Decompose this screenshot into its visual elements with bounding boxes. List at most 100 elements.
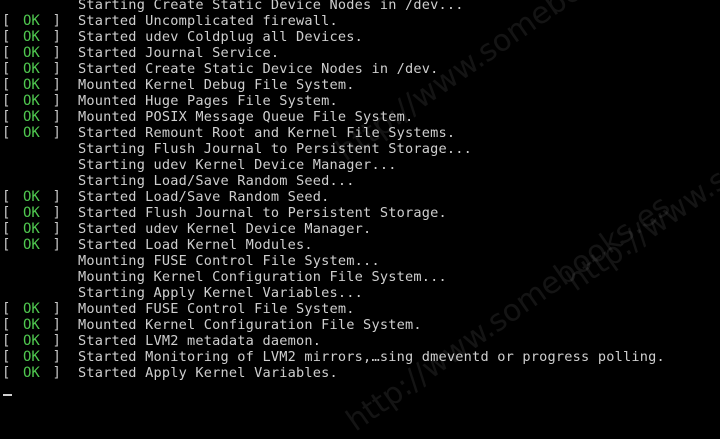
console-line: [ OK] Started Flush Journal to Persistent … <box>0 205 720 221</box>
status-column: [ OK] <box>0 205 78 221</box>
console-line: Starting udev Kernel Device Manager... <box>0 157 720 173</box>
console-line: Starting Apply Kernel Variables... <box>0 285 720 301</box>
status-bracket-open: [ <box>2 189 11 205</box>
status-bracket-open: [ <box>2 221 11 237</box>
console-line: [ OK] Started udev Coldplug all Devices. <box>0 29 720 45</box>
status-bracket-close: ] <box>52 349 61 365</box>
status-column: [OK] <box>0 221 78 237</box>
status-column: [OK] <box>0 301 78 317</box>
status-column: [OK] <box>0 189 78 205</box>
status-bracket-close: ] <box>52 125 61 141</box>
console-message: Mounting FUSE Control File System... <box>78 253 380 269</box>
status-bracket-open: [ <box>2 365 11 381</box>
console-message: Started Apply Kernel Variables. <box>78 365 338 381</box>
console-message: Started Flush Journal to Persistent Stor… <box>78 205 447 221</box>
console-line: [OK] Started Apply Kernel Variables. <box>0 365 720 381</box>
status-bracket-close: ] <box>52 29 61 45</box>
console-message: Started udev Coldplug all Devices. <box>78 29 364 45</box>
ok-status-badge: OK <box>23 13 40 29</box>
status-column: [ OK] <box>0 29 78 45</box>
console-message: Mounted POSIX Message Queue File System. <box>78 109 414 125</box>
status-column: [OK] <box>0 125 78 141</box>
ok-status-badge: OK <box>23 29 40 45</box>
console-message: Started Uncomplicated firewall. <box>78 13 338 29</box>
status-bracket-open: [ <box>2 109 11 125</box>
console-line: [OK] Started Load Kernel Modules. <box>0 237 720 253</box>
console-line: Starting Load/Save Random Seed... <box>0 173 720 189</box>
status-column: [ OK] <box>0 317 78 333</box>
console-line: [ OK] Mounted POSIX Message Queue File Sys… <box>0 109 720 125</box>
console-line: [ OK] Started Journal Service. <box>0 45 720 61</box>
ok-status-badge: OK <box>23 317 40 333</box>
status-bracket-close: ] <box>52 221 61 237</box>
status-column: [ OK] <box>0 61 78 77</box>
status-column: [ OK] <box>0 333 78 349</box>
status-bracket-close: ] <box>52 317 61 333</box>
status-bracket-close: ] <box>52 77 61 93</box>
console-message: Started Load Kernel Modules. <box>78 237 313 253</box>
status-bracket-open: [ <box>2 45 11 61</box>
status-bracket-open: [ <box>2 29 11 45</box>
status-bracket-close: ] <box>52 45 61 61</box>
console-message: Started Journal Service. <box>78 45 280 61</box>
status-bracket-open: [ <box>2 333 11 349</box>
console-message: Starting udev Kernel Device Manager... <box>78 157 397 173</box>
status-bracket-close: ] <box>52 109 61 125</box>
ok-status-badge: OK <box>23 61 40 77</box>
status-bracket-close: ] <box>52 237 61 253</box>
ok-status-badge: OK <box>23 109 40 125</box>
console-line: [OK] Started udev Kernel Device Manager. <box>0 221 720 237</box>
status-bracket-close: ] <box>52 205 61 221</box>
ok-status-badge: OK <box>23 45 40 61</box>
status-bracket-open: [ <box>2 125 11 141</box>
ok-status-badge: OK <box>23 349 40 365</box>
console-message: Mounted FUSE Control File System. <box>78 301 355 317</box>
status-bracket-open: [ <box>2 205 11 221</box>
ok-status-badge: OK <box>23 189 40 205</box>
status-bracket-close: ] <box>52 13 61 29</box>
console-line: [ OK] Started Create Static Device Nodes i… <box>0 61 720 77</box>
status-bracket-open: [ <box>2 13 11 29</box>
console-line: Starting Flush Journal to Persistent Sto… <box>0 141 720 157</box>
console-message: Started Remount Root and Kernel File Sys… <box>78 125 456 141</box>
console-message: Mounted Huge Pages File System. <box>78 93 338 109</box>
ok-status-badge: OK <box>23 205 40 221</box>
status-column: [OK] <box>0 365 78 381</box>
status-bracket-open: [ <box>2 301 11 317</box>
status-column: [ OK] <box>0 109 78 125</box>
text-cursor <box>3 394 12 396</box>
console-message: Starting Apply Kernel Variables... <box>78 285 364 301</box>
console-message: Starting Load/Save Random Seed... <box>78 173 355 189</box>
console-line: [OK] Started LVM2 metadata daemon. <box>0 333 720 349</box>
ok-status-badge: OK <box>23 93 40 109</box>
console-line: Mounting Kernel Configuration File Syste… <box>0 269 720 285</box>
console-line: [ OK] Started Uncomplicated firewall. <box>0 13 720 29</box>
boot-console: Starting Create Static Device Nodes in /… <box>0 0 720 397</box>
status-bracket-close: ] <box>52 61 61 77</box>
console-message: Started Load/Save Random Seed. <box>78 189 330 205</box>
status-column: [OK] <box>0 237 78 253</box>
status-column: [OK] <box>0 77 78 93</box>
console-message: Starting Create Static Device Nodes in /… <box>78 0 464 13</box>
console-message: Mounted Kernel Debug File System. <box>78 77 355 93</box>
console-line: Mounting FUSE Control File System... <box>0 253 720 269</box>
status-bracket-open: [ <box>2 317 11 333</box>
console-message: Started Monitoring of LVM2 mirrors,…sing… <box>78 349 665 365</box>
console-line: [ OK] Started Monitoring of LVM2 mirrors,…… <box>0 349 720 365</box>
ok-status-badge: OK <box>23 237 40 253</box>
console-line: [OK] Mounted FUSE Control File System. <box>0 301 720 317</box>
console-line: [OK] Mounted Kernel Configuration File Sy… <box>0 317 720 333</box>
status-bracket-open: [ <box>2 61 11 77</box>
status-bracket-open: [ <box>2 93 11 109</box>
console-message: Starting Flush Journal to Persistent Sto… <box>78 141 473 157</box>
console-message: Started udev Kernel Device Manager. <box>78 221 372 237</box>
console-line: [OK] Started Remount Root and Kernel File… <box>0 125 720 141</box>
status-bracket-open: [ <box>2 349 11 365</box>
ok-status-badge: OK <box>23 333 40 349</box>
status-column: [ OK] <box>0 349 78 365</box>
console-message: Started Create Static Device Nodes in /d… <box>78 61 439 77</box>
console-message: Mounting Kernel Configuration File Syste… <box>78 269 447 285</box>
status-bracket-close: ] <box>52 333 61 349</box>
ok-status-badge: OK <box>23 365 40 381</box>
status-column: [ OK] <box>0 13 78 29</box>
